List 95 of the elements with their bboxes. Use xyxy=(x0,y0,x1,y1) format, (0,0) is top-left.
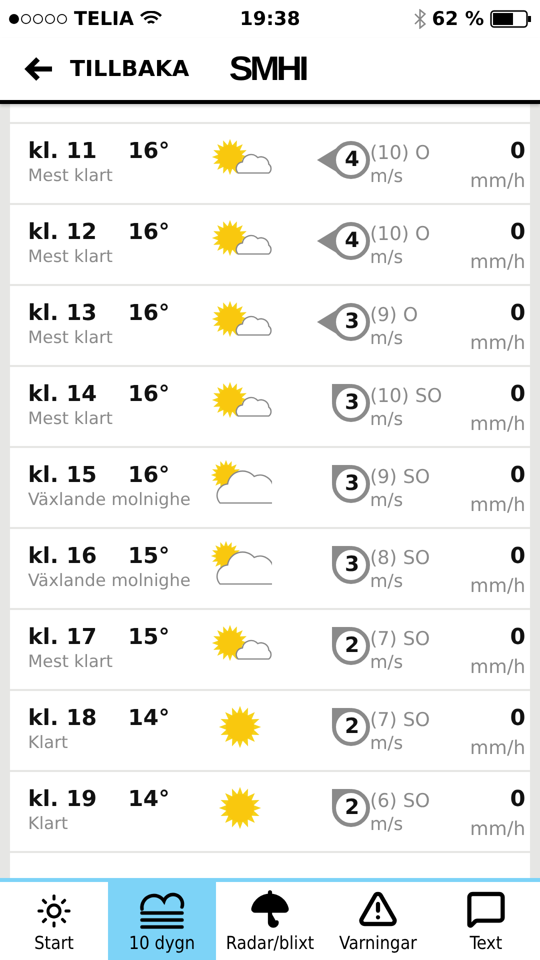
wind-unit: m/s xyxy=(370,489,404,511)
sun-icon xyxy=(36,893,72,929)
wind-speed: 2 xyxy=(344,714,360,738)
precipitation: 0 xyxy=(510,463,526,488)
logo: SMHI xyxy=(229,50,306,88)
gust-direction: (10) O xyxy=(370,223,432,245)
wind-unit: m/s xyxy=(370,651,404,673)
weather-description: Mest klart xyxy=(28,246,114,267)
weather-description: Växlande molnighe xyxy=(28,489,192,510)
wind-direction-icon xyxy=(332,788,370,828)
wind-direction-icon xyxy=(332,545,370,585)
gust-direction: (7) SO xyxy=(370,709,431,731)
temperature: 16° xyxy=(128,463,171,488)
temperature: 14° xyxy=(128,706,171,731)
wind-unit: m/s xyxy=(370,813,404,835)
wind-speed: 4 xyxy=(344,147,360,171)
weather-description: Klart xyxy=(28,732,69,753)
battery-percent: 62 % xyxy=(432,8,484,30)
precipitation-unit: mm/h xyxy=(470,331,526,354)
hour-label: kl. 11 xyxy=(28,139,98,164)
temperature: 16° xyxy=(128,139,171,164)
weather-description: Växlande molnighe xyxy=(28,570,192,591)
wind-speed: 2 xyxy=(344,633,360,657)
hour-label: kl. 15 xyxy=(28,463,98,488)
weather-description: Mest klart xyxy=(28,408,114,429)
precipitation: 0 xyxy=(510,382,526,407)
back-button[interactable]: TILLBAKA xyxy=(24,56,190,82)
warning-icon xyxy=(358,889,398,929)
wind-unit: m/s xyxy=(370,246,404,268)
text-message-icon xyxy=(466,889,506,929)
gust-direction: (7) SO xyxy=(370,628,431,650)
tab[interactable]: 10 dygn xyxy=(108,882,216,960)
temperature: 16° xyxy=(128,301,171,326)
carrier-name: TELIA xyxy=(74,8,134,30)
bluetooth-icon xyxy=(414,9,426,29)
wind-unit: m/s xyxy=(370,570,404,592)
wind-unit: m/s xyxy=(370,408,404,430)
wind-direction-icon xyxy=(332,626,370,666)
precipitation-unit: mm/h xyxy=(470,736,526,759)
weather-description: Klart xyxy=(28,813,69,834)
wind-speed: 3 xyxy=(344,309,360,333)
precipitation: 0 xyxy=(510,625,526,650)
temperature: 15° xyxy=(128,625,171,650)
weather-description: Mest klart xyxy=(28,165,114,186)
temperature: 15° xyxy=(128,544,171,569)
hour-label: kl. 13 xyxy=(28,301,98,326)
precipitation-unit: mm/h xyxy=(470,169,526,192)
precipitation-unit: mm/h xyxy=(470,250,526,273)
clock-time: 19:38 xyxy=(240,8,300,30)
wind-speed: 2 xyxy=(344,795,360,819)
hour-label: kl. 14 xyxy=(28,382,98,407)
gust-direction: (10) O xyxy=(370,142,432,164)
wind-direction-icon xyxy=(332,464,370,504)
gust-direction: (8) SO xyxy=(370,547,431,569)
wind-speed: 3 xyxy=(344,471,360,495)
battery-icon xyxy=(490,10,532,28)
wind-speed: 4 xyxy=(344,228,360,252)
wind-direction-icon xyxy=(332,383,370,423)
wind-speed: 3 xyxy=(344,552,360,576)
wind-unit: m/s xyxy=(370,165,404,187)
signal-icon xyxy=(8,13,68,25)
gust-direction: (9) SO xyxy=(370,466,431,488)
precipitation-unit: mm/h xyxy=(470,412,526,435)
hour-label: kl. 18 xyxy=(28,706,98,731)
wind-direction-icon xyxy=(317,221,370,261)
temperature: 16° xyxy=(128,220,171,245)
temperature: 14° xyxy=(128,787,171,812)
precipitation: 0 xyxy=(510,544,526,569)
precipitation: 0 xyxy=(510,301,526,326)
wind-direction-icon xyxy=(332,707,370,747)
umbrella-icon xyxy=(250,889,290,929)
wind-unit: m/s xyxy=(370,327,404,349)
hour-label: kl. 12 xyxy=(28,220,98,245)
wind-unit: m/s xyxy=(370,732,404,754)
precipitation: 0 xyxy=(510,706,526,731)
precipitation: 0 xyxy=(510,139,526,164)
gust-direction: (9) O xyxy=(370,304,419,326)
weather-description: Mest klart xyxy=(28,327,114,348)
wind-direction-icon xyxy=(317,302,370,342)
gust-direction: (10) SO xyxy=(370,385,444,407)
precipitation: 0 xyxy=(510,787,526,812)
temperature: 16° xyxy=(128,382,171,407)
wind-direction-icon xyxy=(317,140,370,180)
back-arrow-icon xyxy=(24,57,54,81)
precipitation-unit: mm/h xyxy=(470,493,526,516)
precipitation-unit: mm/h xyxy=(470,817,526,840)
hour-label: kl. 16 xyxy=(28,544,98,569)
precipitation-unit: mm/h xyxy=(470,655,526,678)
gust-direction: (6) SO xyxy=(370,790,431,812)
precipitation-unit: mm/h xyxy=(470,574,526,597)
weather-description: Mest klart xyxy=(28,651,114,672)
hour-label: kl. 17 xyxy=(28,625,98,650)
hour-label: kl. 19 xyxy=(28,787,98,812)
precipitation: 0 xyxy=(510,220,526,245)
wind-speed: 3 xyxy=(344,390,360,414)
